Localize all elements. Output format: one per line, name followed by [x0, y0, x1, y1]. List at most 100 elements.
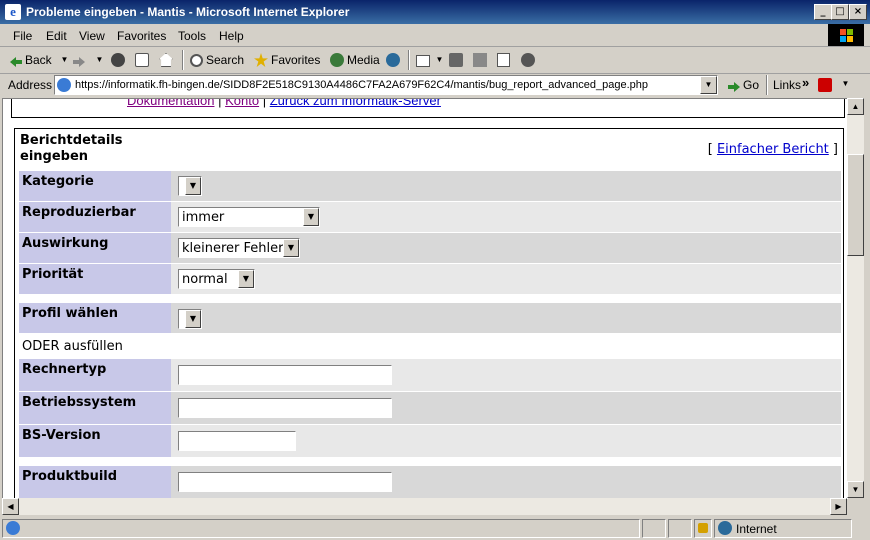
stop-icon: [111, 53, 125, 67]
horizontal-scrollbar[interactable]: ◀ ▶: [2, 498, 847, 515]
address-url: https://informatik.fh-bingen.de/SIDD8F2E…: [75, 79, 648, 91]
favorites-button[interactable]: Favorites: [254, 51, 320, 69]
address-label: Address: [8, 78, 53, 92]
row-reproduzierbar: Reproduzierbar immer ▼: [19, 202, 841, 232]
produktbuild-input[interactable]: [178, 472, 392, 492]
messenger-icon: [521, 53, 535, 67]
globe-icon: [718, 521, 732, 535]
search-icon: [190, 54, 203, 67]
link-informatik-server[interactable]: Zurück zum Informatik-Server: [270, 99, 441, 108]
history-button[interactable]: [386, 51, 403, 69]
chevron-down-icon: ▼: [185, 310, 201, 328]
back-arrow-icon: [10, 57, 22, 67]
profil-select[interactable]: ▼: [178, 309, 202, 329]
vertical-scrollbar[interactable]: ▲ ▼: [847, 98, 864, 498]
back-button[interactable]: Back: [10, 51, 52, 69]
prioritaet-select[interactable]: normal ▼: [178, 269, 255, 289]
title-bar: e Probleme eingeben - Mantis - Microsoft…: [0, 0, 870, 24]
report-form: Berichtdetails eingeben [ Einfacher Beri…: [14, 128, 844, 499]
links-chevron[interactable]: »: [802, 75, 809, 90]
label-kategorie: Kategorie: [22, 174, 94, 189]
home-icon: [159, 53, 173, 67]
label-auswirkung: Auswirkung: [22, 236, 109, 251]
history-icon: [386, 53, 400, 67]
mail-button[interactable]: [416, 51, 433, 69]
menu-bar: File Edit View Favorites Tools Help: [0, 24, 870, 47]
adobe-button[interactable]: [818, 76, 835, 94]
scroll-down-icon[interactable]: ▼: [847, 481, 864, 498]
status-bar: Internet: [0, 516, 870, 540]
scroll-thumb[interactable]: [847, 154, 864, 256]
refresh-button[interactable]: [135, 51, 152, 69]
link-einfacher-bericht[interactable]: Einfacher Bericht: [717, 142, 829, 157]
media-icon: [330, 53, 344, 67]
links-label[interactable]: Links: [773, 78, 801, 92]
maximize-button[interactable]: □: [831, 4, 849, 20]
go-button[interactable]: Go: [728, 76, 759, 94]
stop-button[interactable]: [111, 51, 128, 69]
menu-tools[interactable]: Tools: [178, 29, 206, 43]
minimize-button[interactable]: _: [814, 4, 832, 20]
menu-file[interactable]: File: [13, 29, 32, 43]
kategorie-select[interactable]: ▼: [178, 176, 202, 196]
betriebssystem-input[interactable]: [178, 398, 392, 418]
label-reproduzierbar: Reproduzierbar: [22, 205, 136, 220]
lock-icon: [698, 523, 708, 533]
edit-icon: [473, 53, 487, 67]
row-oder: ODER ausfüllen: [19, 334, 841, 358]
oder-text: ODER ausfüllen: [22, 339, 123, 354]
row-prioritaet: Priorität normal ▼: [19, 264, 841, 294]
forward-arrow-icon: [73, 57, 85, 67]
address-bar: Address https://informatik.fh-bingen.de/…: [0, 74, 870, 96]
mail-icon: [416, 55, 430, 67]
media-button[interactable]: Media: [330, 51, 380, 69]
label-rechnertyp: Rechnertyp: [22, 362, 107, 377]
adobe-icon: [818, 78, 832, 92]
ie-app-icon: e: [5, 4, 21, 20]
close-button[interactable]: ×: [849, 4, 867, 20]
edit-button[interactable]: [473, 51, 490, 69]
window-title: Probleme eingeben - Mantis - Microsoft I…: [26, 5, 350, 19]
link-konto[interactable]: Konto: [225, 99, 259, 108]
messenger-button[interactable]: [521, 51, 538, 69]
row-produktbuild: Produktbuild: [19, 466, 841, 499]
auswirkung-select[interactable]: kleinerer Fehler ▼: [178, 238, 300, 258]
print-button[interactable]: [449, 51, 466, 69]
scroll-up-icon[interactable]: ▲: [847, 98, 864, 115]
discuss-button[interactable]: [497, 51, 513, 69]
forward-dropdown-icon[interactable]: ▼: [92, 54, 107, 66]
security-zone: Internet: [714, 519, 852, 538]
adobe-dropdown-icon[interactable]: ▼: [838, 78, 853, 90]
bsversion-input[interactable]: [178, 431, 296, 451]
top-links: Dokumentation | Konto | Zurück zum Infor…: [127, 99, 441, 108]
simple-report-container: [ Einfacher Bericht ]: [707, 142, 838, 157]
menu-view[interactable]: View: [79, 29, 105, 43]
menu-favorites[interactable]: Favorites: [117, 29, 166, 43]
row-spacer: [19, 295, 841, 303]
forward-button[interactable]: [73, 51, 88, 69]
mail-dropdown-icon[interactable]: ▼: [432, 54, 447, 66]
label-produktbuild: Produktbuild: [22, 469, 118, 484]
scroll-left-icon[interactable]: ◀: [2, 498, 19, 515]
menu-help[interactable]: Help: [219, 29, 244, 43]
home-button[interactable]: [159, 51, 176, 69]
form-title: Berichtdetails eingeben: [20, 133, 123, 164]
rechnertyp-input[interactable]: [178, 365, 392, 385]
scroll-right-icon[interactable]: ▶: [830, 498, 847, 515]
menu-edit[interactable]: Edit: [46, 29, 67, 43]
label-betriebssystem: Betriebssystem: [22, 395, 137, 410]
link-dokumentation[interactable]: Dokumentation: [127, 99, 214, 108]
windows-logo-icon: [828, 24, 864, 46]
reproduzierbar-select[interactable]: immer ▼: [178, 207, 320, 227]
refresh-icon: [135, 53, 149, 67]
row-profil: Profil wählen ▼: [19, 303, 841, 333]
row-bsversion: BS-Version: [19, 425, 841, 457]
row-auswirkung: Auswirkung kleinerer Fehler ▼: [19, 233, 841, 263]
toolbar: Back ▼ ▼ Search Favorites Media ▼: [0, 47, 870, 74]
address-dropdown-icon[interactable]: ▼: [700, 76, 717, 94]
search-button[interactable]: Search: [190, 51, 244, 69]
back-dropdown-icon[interactable]: ▼: [57, 54, 72, 66]
discuss-icon: [497, 53, 510, 67]
address-input[interactable]: https://informatik.fh-bingen.de/SIDD8F2E…: [54, 75, 718, 95]
row-betriebssystem: Betriebssystem: [19, 392, 841, 424]
